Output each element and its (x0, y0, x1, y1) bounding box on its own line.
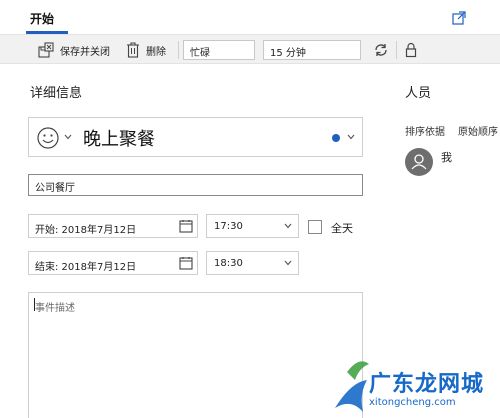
watermark-url: xitongcheng.com (369, 397, 456, 408)
description-placeholder: 事件描述 (35, 303, 75, 314)
start-date-label: 开始: 2018年7月12日 (35, 225, 137, 236)
end-date-label: 结束: 2018年7月12日 (35, 262, 137, 273)
chevron-down-icon (284, 260, 292, 266)
toolbar-separator (396, 41, 397, 59)
save-close-button[interactable]: 保存并关闭 (38, 35, 110, 65)
toolbar: 保存并关闭 删除 忙碌 15 分钟 (0, 34, 500, 64)
lock-icon[interactable] (403, 42, 419, 58)
details-heading: 详细信息 (30, 86, 83, 101)
delete-icon (127, 42, 139, 58)
people-heading: 人员 (405, 86, 432, 101)
delete-label: 删除 (146, 46, 166, 58)
description-textarea[interactable]: 事件描述 (28, 292, 363, 418)
popout-icon[interactable] (452, 11, 466, 25)
end-time-select[interactable]: 18:30 (206, 251, 299, 275)
attendee-name: 我 (441, 151, 452, 164)
calendar-icon[interactable] (179, 219, 193, 233)
sort-by-select[interactable]: 原始顺序 (458, 123, 498, 138)
allday-checkbox[interactable] (308, 220, 322, 234)
calendar-color-dot[interactable] (332, 134, 340, 142)
end-time-value: 18:30 (214, 258, 243, 269)
tab-home[interactable]: 开始 (30, 10, 54, 27)
start-date-field[interactable]: 开始: 2018年7月12日 (28, 214, 198, 238)
save-close-icon (38, 42, 54, 58)
person-icon (411, 154, 427, 170)
end-date-field[interactable]: 结束: 2018年7月12日 (28, 251, 198, 275)
smiley-icon[interactable] (37, 127, 59, 149)
sort-by-label: 排序依据 (405, 127, 445, 138)
event-title-input[interactable]: 晚上聚餐 (83, 125, 155, 151)
chevron-down-icon[interactable] (347, 134, 355, 140)
start-time-select[interactable]: 17:30 (206, 214, 299, 238)
watermark-text: 广东龙网城 (369, 372, 485, 397)
calendar-icon[interactable] (179, 256, 193, 270)
tab-strip: 开始 (0, 0, 500, 34)
repeat-icon[interactable] (373, 42, 389, 58)
allday-label: 全天 (331, 222, 353, 235)
start-time-value: 17:30 (214, 221, 243, 232)
chevron-down-icon[interactable] (64, 134, 72, 140)
toolbar-separator (178, 41, 179, 59)
avatar (405, 148, 433, 176)
event-title-box[interactable]: 晚上聚餐 (28, 117, 363, 157)
location-input[interactable]: 公司餐厅 (28, 174, 363, 196)
chevron-down-icon (284, 223, 292, 229)
delete-button[interactable]: 删除 (126, 35, 166, 65)
show-as-select[interactable]: 忙碌 (183, 40, 255, 60)
reminder-select[interactable]: 15 分钟 (263, 40, 361, 60)
save-close-label: 保存并关闭 (60, 46, 110, 58)
